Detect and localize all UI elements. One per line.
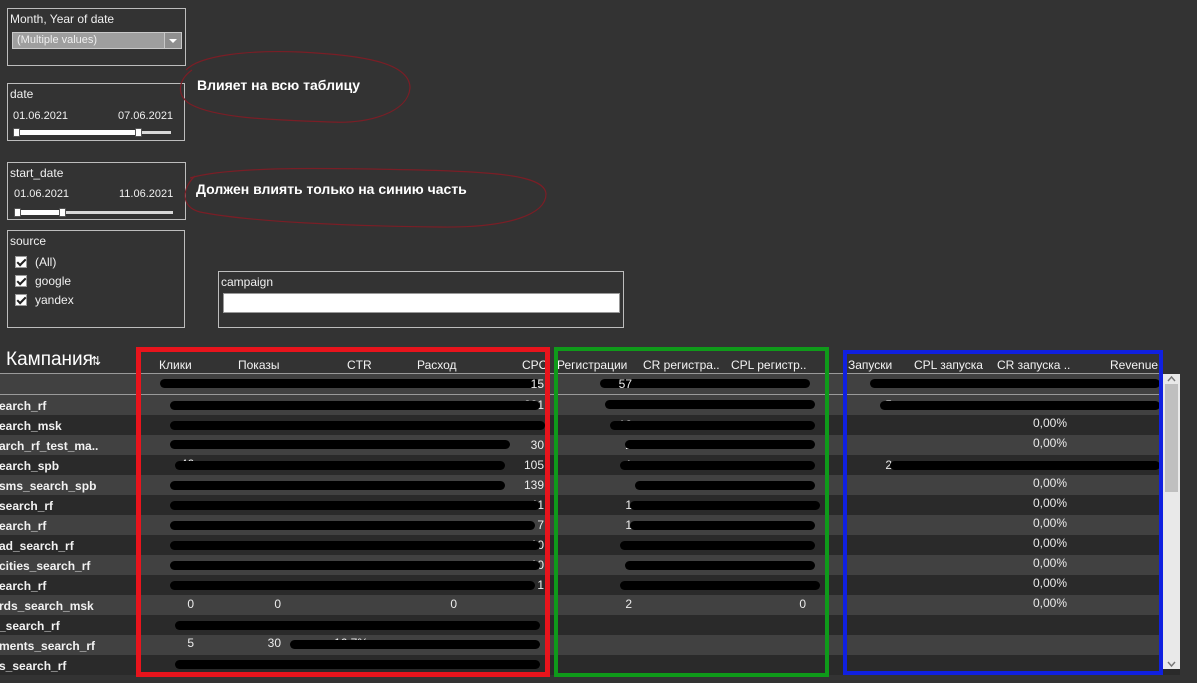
col-header-impressions[interactable]: Показы [238,358,279,372]
cell-cr-launch: 0,00% [1033,476,1068,490]
campaign-name: arch_rf_test_ma.. [0,439,99,453]
cell-launches: 2 [885,458,892,472]
col-header-cr-registration[interactable]: CR регистра.. [643,358,720,372]
campaign-name: earch_spb [0,459,60,473]
redacted-mark [630,521,815,530]
col-header-cr-launch[interactable]: CR запуска .. [997,358,1070,372]
redacted-mark [170,421,545,430]
redacted-mark [880,401,1160,410]
cell-registrations: 1 [625,518,632,532]
table-row-total [0,374,1180,394]
sort-icon[interactable]: ⇅ [91,354,101,368]
redacted-mark [170,401,540,410]
cell-clicks: 5 [187,636,194,650]
campaign-name: earch_rf [0,519,47,533]
redacted-mark [170,440,510,449]
campaign-name: search_rf [0,499,54,513]
scroll-down-icon[interactable] [1165,659,1178,668]
cell-cr-launch: 0,00% [1033,496,1068,510]
campaign-name: ad_search_rf [0,539,74,553]
campaign-name: earch_rf [0,579,47,593]
col-header-cpl-launch[interactable]: CPL запуска [914,358,983,372]
cell-impressions: 0 [274,597,281,611]
row-header-campaign[interactable]: Кампания⇅ [6,349,101,371]
cell-spend: 0 [450,597,457,611]
row-header-label: Кампания [6,349,93,370]
cell-cpc: 15 [530,377,544,391]
scroll-up-icon[interactable] [1165,375,1178,384]
ellipse-note-date [179,51,411,123]
campaign-name: rds_search_msk [0,599,94,613]
redacted-mark [170,581,535,590]
col-header-spend[interactable]: Расход [417,358,457,372]
redacted-mark [870,379,1160,388]
cell-cpc: 139 [523,478,544,492]
col-header-clicks[interactable]: Клики [159,358,192,372]
redacted-mark [620,581,820,590]
campaign-name: s_search_rf [0,659,67,673]
cell-registrations: 57 [618,377,632,391]
cell-cpc: 30 [530,438,544,452]
campaign-name: ments_search_rf [0,639,96,653]
redacted-mark [170,481,505,490]
col-header-registrations[interactable]: Регистрации [557,358,627,372]
redacted-mark [890,461,1160,470]
redacted-mark [160,379,540,388]
cell-cr-launch: 0,00% [1033,536,1068,550]
redacted-mark [620,541,815,550]
redacted-mark [175,660,540,669]
redacted-mark [630,501,820,510]
col-header-launches[interactable]: Запуски [848,358,892,372]
cell-cr-launch: 0,00% [1033,576,1068,590]
table-scrollbar-thumb[interactable] [1165,384,1178,492]
cell-registrations: 1 [625,498,632,512]
cell-cr-launch: 0,00% [1033,516,1068,530]
redacted-mark [170,521,535,530]
col-header-cpc[interactable]: CPC [522,358,547,372]
ellipse-note-start-date [184,167,547,228]
cell-cr-launch: 0,00% [1033,416,1068,430]
redacted-mark [175,621,540,630]
cell-cpc: 105 [523,458,544,472]
redacted-mark [170,501,540,510]
redacted-mark [175,461,505,470]
cell-clicks: 0 [187,597,194,611]
redacted-mark [290,640,540,649]
campaign-name: sms_search_spb [0,479,97,493]
redacted-mark [170,541,540,550]
redacted-mark [170,561,540,570]
cell-cr-launch: 0,00% [1033,596,1068,610]
cell-cr-launch: 0,00% [1033,556,1068,570]
redacted-mark [605,400,815,409]
campaign-name: cities_search_rf [0,559,91,573]
campaign-name: earch_rf [0,399,47,413]
redacted-mark [620,461,815,470]
cell-cpl-registration: 0 [799,597,806,611]
cell-impressions: 30 [267,636,281,650]
col-header-ctr[interactable]: CTR [347,358,372,372]
redacted-mark [635,481,815,490]
campaign-name: _search_rf [0,619,60,633]
redacted-mark [625,561,815,570]
campaign-name: earch_msk [0,419,62,433]
cell-registrations: 2 [625,597,632,611]
col-header-cpl-registration[interactable]: CPL регистр.. [731,358,807,372]
redacted-mark [610,421,815,430]
col-header-revenue[interactable]: Revenue [1110,358,1158,372]
cell-cr-launch: 0,00% [1033,436,1068,450]
redacted-mark [625,440,815,449]
